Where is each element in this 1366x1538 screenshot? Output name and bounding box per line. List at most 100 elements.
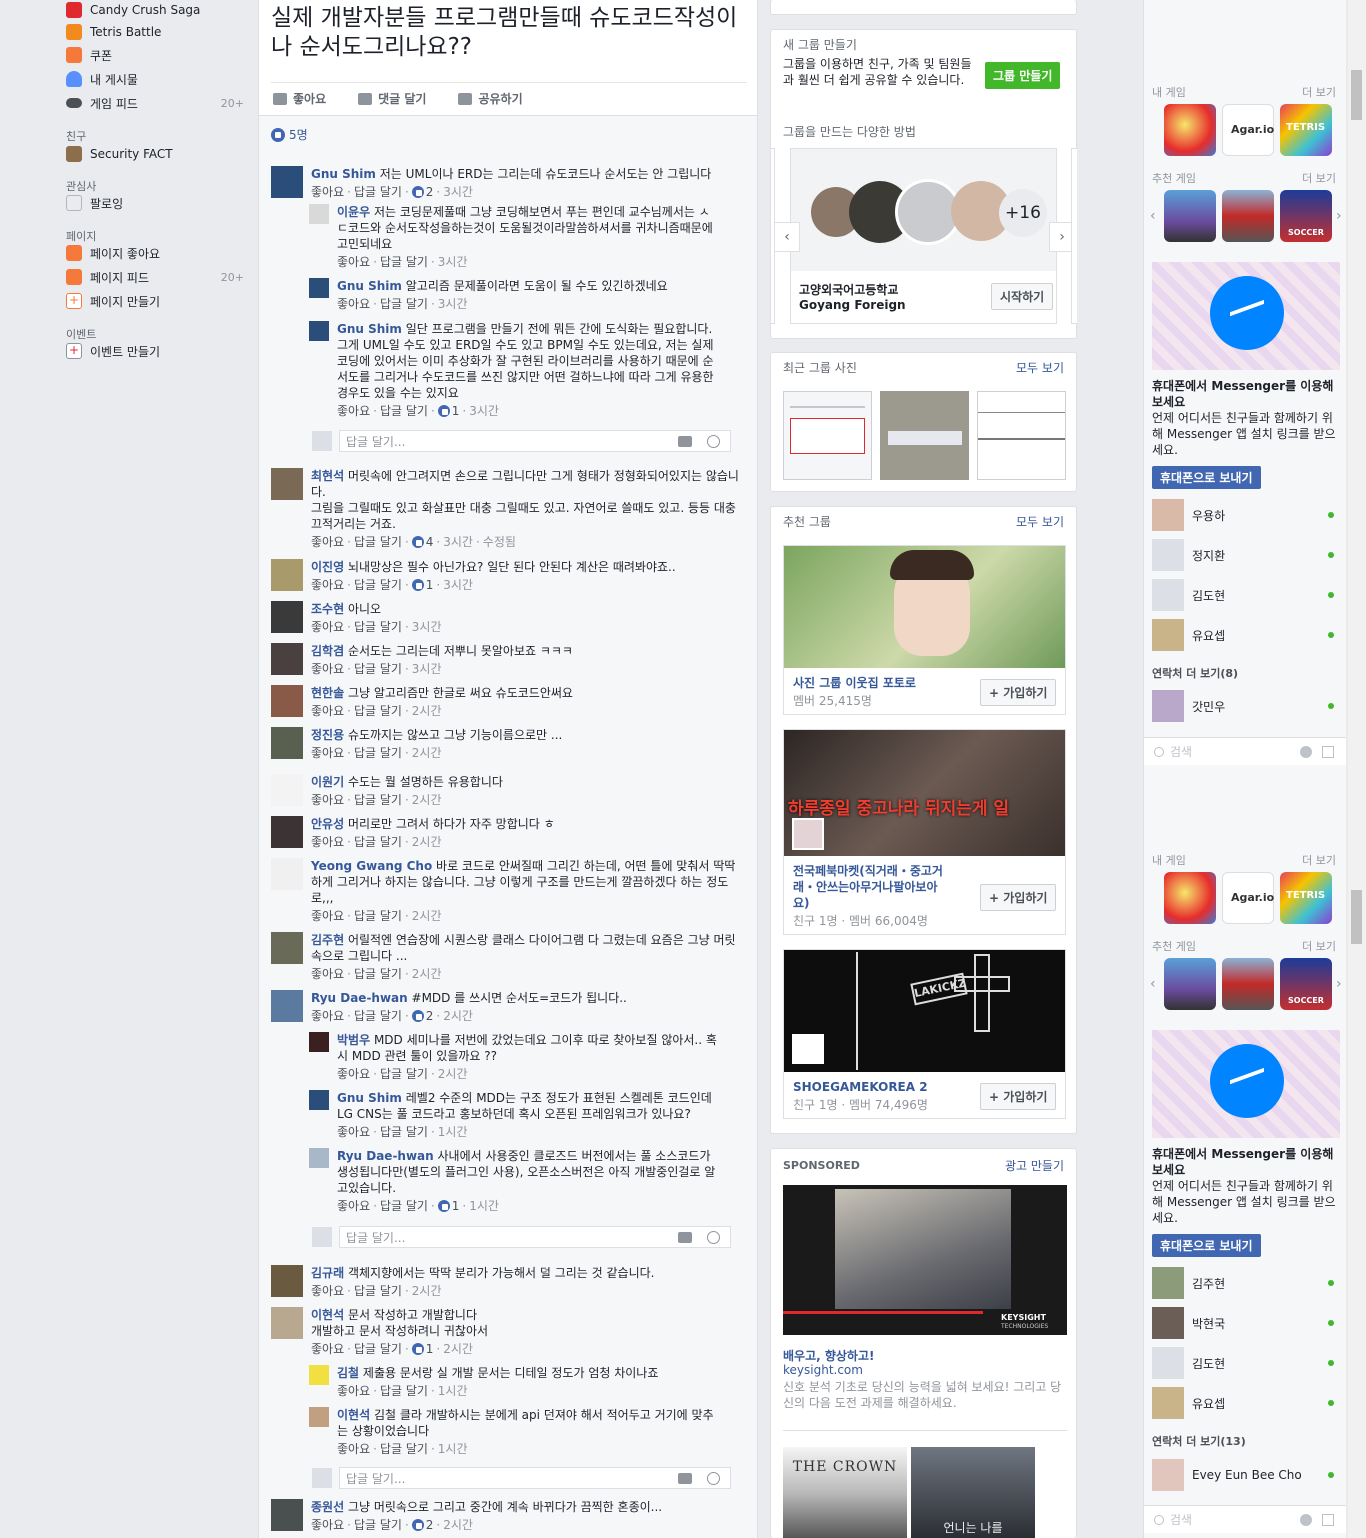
- comment-author[interactable]: 김주현: [311, 933, 344, 947]
- ad-domain[interactable]: keysight.com: [783, 1363, 863, 1377]
- avatar[interactable]: [271, 727, 303, 759]
- avatar[interactable]: [271, 601, 303, 633]
- avatar[interactable]: [271, 1265, 303, 1297]
- chat-search-input[interactable]: 검색: [1170, 743, 1192, 760]
- reply-input[interactable]: 답글 달기...: [312, 1226, 731, 1248]
- nav-item-candy-crush[interactable]: Candy Crush Saga: [66, 0, 244, 20]
- comment-reply-link[interactable]: 답글 달기: [380, 254, 428, 270]
- chat-contact[interactable]: 우용하: [1152, 499, 1342, 531]
- nav-item-game-feed[interactable]: 게임 피드 20+: [66, 93, 244, 113]
- avatar[interactable]: [309, 278, 329, 298]
- suggested-group-1[interactable]: 사진 그룹 이웃집 포토로 멤버 25,415명 + 가입하기: [783, 545, 1066, 715]
- comment-author[interactable]: 이현석: [311, 1308, 344, 1322]
- join-group-button[interactable]: + 가입하기: [980, 679, 1057, 706]
- comment-author[interactable]: Yeong Gwang Cho: [311, 859, 432, 873]
- avatar[interactable]: [271, 685, 303, 717]
- comment-reply-link[interactable]: 답글 달기: [354, 184, 402, 200]
- comment-author[interactable]: 이현석: [337, 1408, 370, 1422]
- recommended-games-more[interactable]: 더 보기: [1302, 170, 1336, 186]
- comment-reply-link[interactable]: 답글 달기: [354, 577, 402, 593]
- comment-like-link[interactable]: 좋아요: [311, 1008, 344, 1024]
- nav-item-page-likes[interactable]: 페이지 좋아요: [66, 243, 244, 263]
- suggested-group-3[interactable]: LAKICKZ SHOEGAMEKOREA 2 친구 1명 · 멤버 74,49…: [783, 949, 1066, 1119]
- group-suggestion-card[interactable]: +16 고양외국어고등학교 Goyang Foreign 시작하기: [790, 148, 1057, 324]
- comment-author[interactable]: 현한솔: [311, 686, 344, 700]
- comment-timestamp[interactable]: 2시간: [443, 1008, 473, 1024]
- chevron-right-icon[interactable]: ›: [1336, 208, 1342, 224]
- comment-reply-link[interactable]: 답글 달기: [380, 1441, 428, 1457]
- avatar[interactable]: [271, 559, 303, 591]
- comment-reply-link[interactable]: 답글 달기: [354, 534, 402, 550]
- comment-like-link[interactable]: 좋아요: [337, 403, 370, 419]
- reaction-count[interactable]: 1: [437, 403, 459, 419]
- comment-reply-link[interactable]: 답글 달기: [354, 1008, 402, 1024]
- comment-reply-link[interactable]: 답글 달기: [380, 1198, 428, 1214]
- my-games-more[interactable]: 더 보기: [1302, 852, 1336, 868]
- comment-like-link[interactable]: 좋아요: [337, 1124, 370, 1140]
- avatar[interactable]: [309, 1148, 329, 1168]
- comment-timestamp[interactable]: 3시간: [438, 296, 468, 312]
- edited-label[interactable]: 수정됨: [483, 534, 516, 550]
- avatar[interactable]: [309, 204, 329, 224]
- comment-timestamp[interactable]: 2시간: [443, 1517, 473, 1533]
- chevron-left-icon[interactable]: ‹: [1150, 976, 1156, 992]
- reaction-count[interactable]: 1: [411, 577, 433, 593]
- nav-item-page-feed[interactable]: 페이지 피드 20+: [66, 267, 244, 287]
- join-group-button[interactable]: + 가입하기: [980, 1083, 1057, 1110]
- avatar[interactable]: [309, 1407, 329, 1427]
- tetris-game-icon[interactable]: TETRIS: [1280, 104, 1332, 156]
- comment-author[interactable]: 안유성: [311, 817, 344, 831]
- start-group-button[interactable]: 시작하기: [991, 283, 1054, 310]
- comment-timestamp[interactable]: 2시간: [412, 966, 442, 982]
- create-group-button[interactable]: 그룹 만들기: [985, 62, 1061, 89]
- nav-item-my-posts[interactable]: 내 게시물: [66, 69, 244, 89]
- reaction-count[interactable]: 2: [411, 1008, 433, 1024]
- suggested-group-2[interactable]: 하루종일 중고나라 뒤지는게 일 전국페북마켓(직거래・중고거래・안쓰는아무거나…: [783, 729, 1066, 935]
- comment-timestamp[interactable]: 3시간: [412, 619, 442, 635]
- carousel-prev-button[interactable]: ‹: [774, 222, 800, 252]
- comment-reply-link[interactable]: 답글 달기: [380, 1066, 428, 1082]
- comment-timestamp[interactable]: 1시간: [438, 1441, 468, 1457]
- send-to-phone-button[interactable]: 휴대폰으로 보내기: [1152, 1234, 1261, 1257]
- comment-like-link[interactable]: 좋아요: [311, 908, 344, 924]
- comment-timestamp[interactable]: 2시간: [412, 703, 442, 719]
- comment-like-link[interactable]: 좋아요: [311, 1341, 344, 1357]
- avatar[interactable]: [271, 1307, 303, 1339]
- comment-timestamp[interactable]: 2시간: [412, 834, 442, 850]
- comment-button[interactable]: 댓글 달기: [358, 90, 426, 107]
- send-to-phone-button[interactable]: 휴대폰으로 보내기: [1152, 466, 1261, 489]
- comment-timestamp[interactable]: 3시간: [412, 661, 442, 677]
- recent-photo[interactable]: [977, 391, 1066, 480]
- comment-like-link[interactable]: 좋아요: [311, 534, 344, 550]
- comment-author[interactable]: 김철: [337, 1366, 359, 1380]
- comment-author[interactable]: 이윤우: [337, 205, 370, 219]
- bus-game-icon[interactable]: [1222, 190, 1274, 242]
- group-name[interactable]: SHOEGAMEKOREA 2: [793, 1079, 943, 1095]
- racing-game-icon[interactable]: [1164, 958, 1216, 1010]
- nav-item-following[interactable]: 팔로잉: [66, 193, 244, 213]
- likes-summary[interactable]: 5명: [271, 126, 308, 143]
- share-button[interactable]: 공유하기: [458, 90, 523, 107]
- more-contacts-link[interactable]: 연락처 더 보기(8): [1152, 665, 1238, 681]
- nav-item-create-event[interactable]: + 이벤트 만들기: [66, 341, 244, 361]
- comment-like-link[interactable]: 좋아요: [311, 619, 344, 635]
- comment-author[interactable]: 김학겸: [311, 644, 344, 658]
- camera-icon[interactable]: [678, 436, 692, 447]
- comment-reply-link[interactable]: 답글 달기: [380, 1124, 428, 1140]
- comment-like-link[interactable]: 좋아요: [311, 745, 344, 761]
- comment-reply-link[interactable]: 답글 달기: [354, 834, 402, 850]
- comment-timestamp[interactable]: 2시간: [438, 1066, 468, 1082]
- compose-icon[interactable]: [1322, 745, 1334, 758]
- comment-author[interactable]: Gnu Shim: [337, 322, 402, 336]
- chevron-right-icon[interactable]: ›: [1336, 976, 1342, 992]
- create-ad-link[interactable]: 광고 만들기: [1005, 1157, 1064, 1174]
- emoji-icon[interactable]: [707, 1231, 720, 1244]
- comment-author[interactable]: 김규래: [311, 1266, 344, 1280]
- recent-photos-see-all[interactable]: 모두 보기: [1016, 359, 1064, 376]
- chat-contact[interactable]: 김도현: [1152, 579, 1342, 611]
- reaction-count[interactable]: 2: [411, 1517, 433, 1533]
- ad-poster[interactable]: THE CROWN: [783, 1447, 907, 1538]
- comment-like-link[interactable]: 좋아요: [311, 184, 344, 200]
- nav-item-tetris-battle[interactable]: Tetris Battle: [66, 22, 244, 42]
- bus-game-icon[interactable]: [1222, 958, 1274, 1010]
